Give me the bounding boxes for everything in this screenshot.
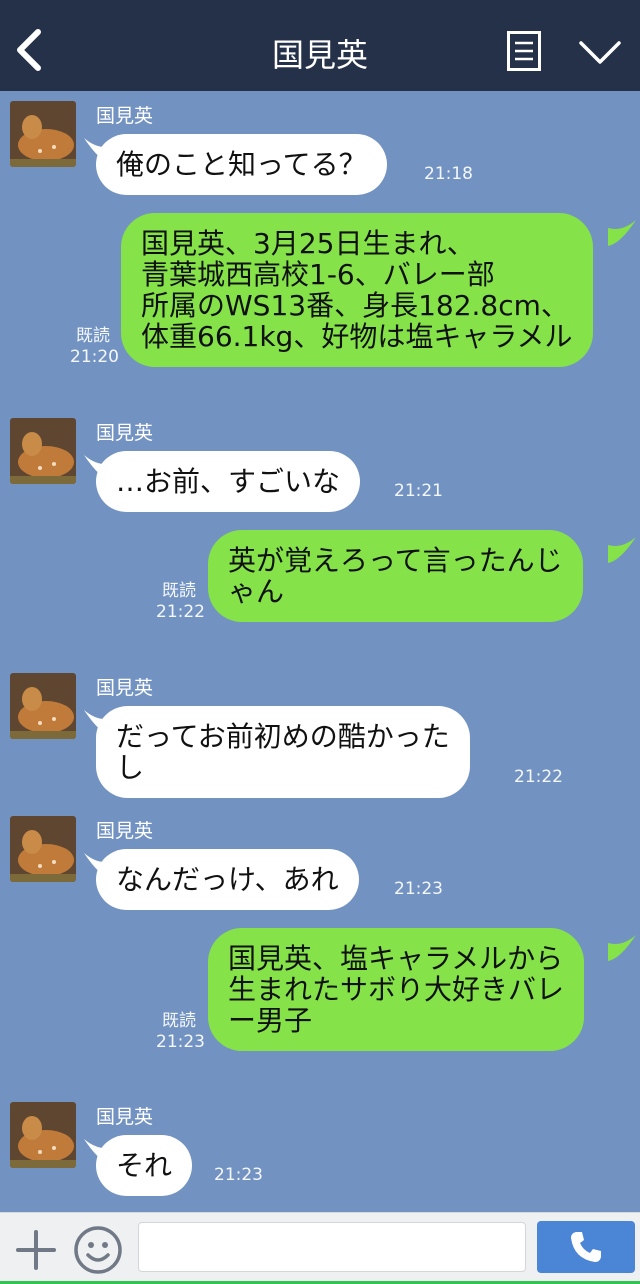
header-bar: 国見英 <box>0 0 640 91</box>
message-input[interactable] <box>138 1222 526 1272</box>
avatar[interactable] <box>10 673 76 739</box>
incoming-message-bubble[interactable]: それ <box>96 1135 193 1196</box>
sender-name: 国見英 <box>96 105 154 127</box>
avatar[interactable] <box>10 101 76 167</box>
deer-avatar-image <box>10 673 76 739</box>
message-text: 英が覚えろって言ったんじ ゃん <box>228 544 563 608</box>
incoming-message-bubble[interactable]: …お前、すごいな <box>96 451 361 512</box>
message-text: それ <box>116 1149 173 1182</box>
message-time: 21:22 <box>156 602 205 622</box>
bubble-tail <box>608 935 636 961</box>
message-text: …お前、すごいな <box>116 465 341 498</box>
message-text: なんだっけ、あれ <box>116 863 339 896</box>
message-time: 21:22 <box>514 767 563 787</box>
deer-avatar-image <box>10 101 76 167</box>
smiley-icon[interactable] <box>73 1225 123 1275</box>
call-button[interactable] <box>537 1221 635 1273</box>
deer-avatar-image <box>10 1102 76 1168</box>
sender-name: 国見英 <box>96 677 154 699</box>
avatar[interactable] <box>10 418 76 484</box>
message-time: 21:20 <box>70 347 119 367</box>
bubble-tail <box>608 220 636 246</box>
bubble-tail <box>608 537 636 563</box>
message-time: 21:21 <box>394 481 443 501</box>
outgoing-message-bubble[interactable]: 国見英、塩キャラメルから 生まれたサボり大好きバレ ー男子 <box>208 928 585 1051</box>
chevron-down-icon[interactable] <box>578 38 622 68</box>
menu-icon[interactable] <box>507 31 541 71</box>
message-time: 21:23 <box>214 1165 263 1185</box>
input-bar <box>0 1212 640 1284</box>
sender-name: 国見英 <box>96 422 154 444</box>
incoming-message-bubble[interactable]: だってお前初めの酷かった し <box>96 706 470 798</box>
chat-title: 国見英 <box>271 36 368 74</box>
phone-icon <box>571 1232 601 1262</box>
message-time: 21:18 <box>424 164 473 184</box>
avatar[interactable] <box>10 1102 76 1168</box>
deer-avatar-image <box>10 418 76 484</box>
incoming-message-bubble[interactable]: 俺のこと知ってる？ <box>96 134 387 195</box>
avatar[interactable] <box>10 816 76 882</box>
message-time: 21:23 <box>156 1032 205 1052</box>
sender-name: 国見英 <box>96 820 154 842</box>
message-text: 国見英、塩キャラメルから 生まれたサボり大好きバレ ー男子 <box>228 942 565 1037</box>
message-text: だってお前初めの酷かった し <box>116 720 450 784</box>
message-time: 21:23 <box>394 879 443 899</box>
incoming-message-bubble[interactable]: なんだっけ、あれ <box>96 849 359 910</box>
outgoing-message-bubble[interactable]: 国見英、3月25日生まれ、 青葉城西高校1-6、バレー部 所属のWS13番、身長… <box>121 213 593 367</box>
message-list[interactable]: 国見英 俺のこと知ってる？ 21:18 国見英、3月25日生まれ、 青葉城西高校… <box>0 91 640 1212</box>
plus-icon[interactable] <box>14 1228 58 1272</box>
message-text: 俺のこと知ってる？ <box>116 148 367 181</box>
outgoing-message-bubble[interactable]: 英が覚えろって言ったんじ ゃん <box>208 530 583 622</box>
message-text: 国見英、3月25日生まれ、 青葉城西高校1-6、バレー部 所属のWS13番、身長… <box>141 227 573 353</box>
read-receipt: 既読 <box>162 581 196 601</box>
read-receipt: 既読 <box>76 326 110 346</box>
deer-avatar-image <box>10 816 76 882</box>
read-receipt: 既読 <box>162 1011 196 1031</box>
sender-name: 国見英 <box>96 1106 154 1128</box>
